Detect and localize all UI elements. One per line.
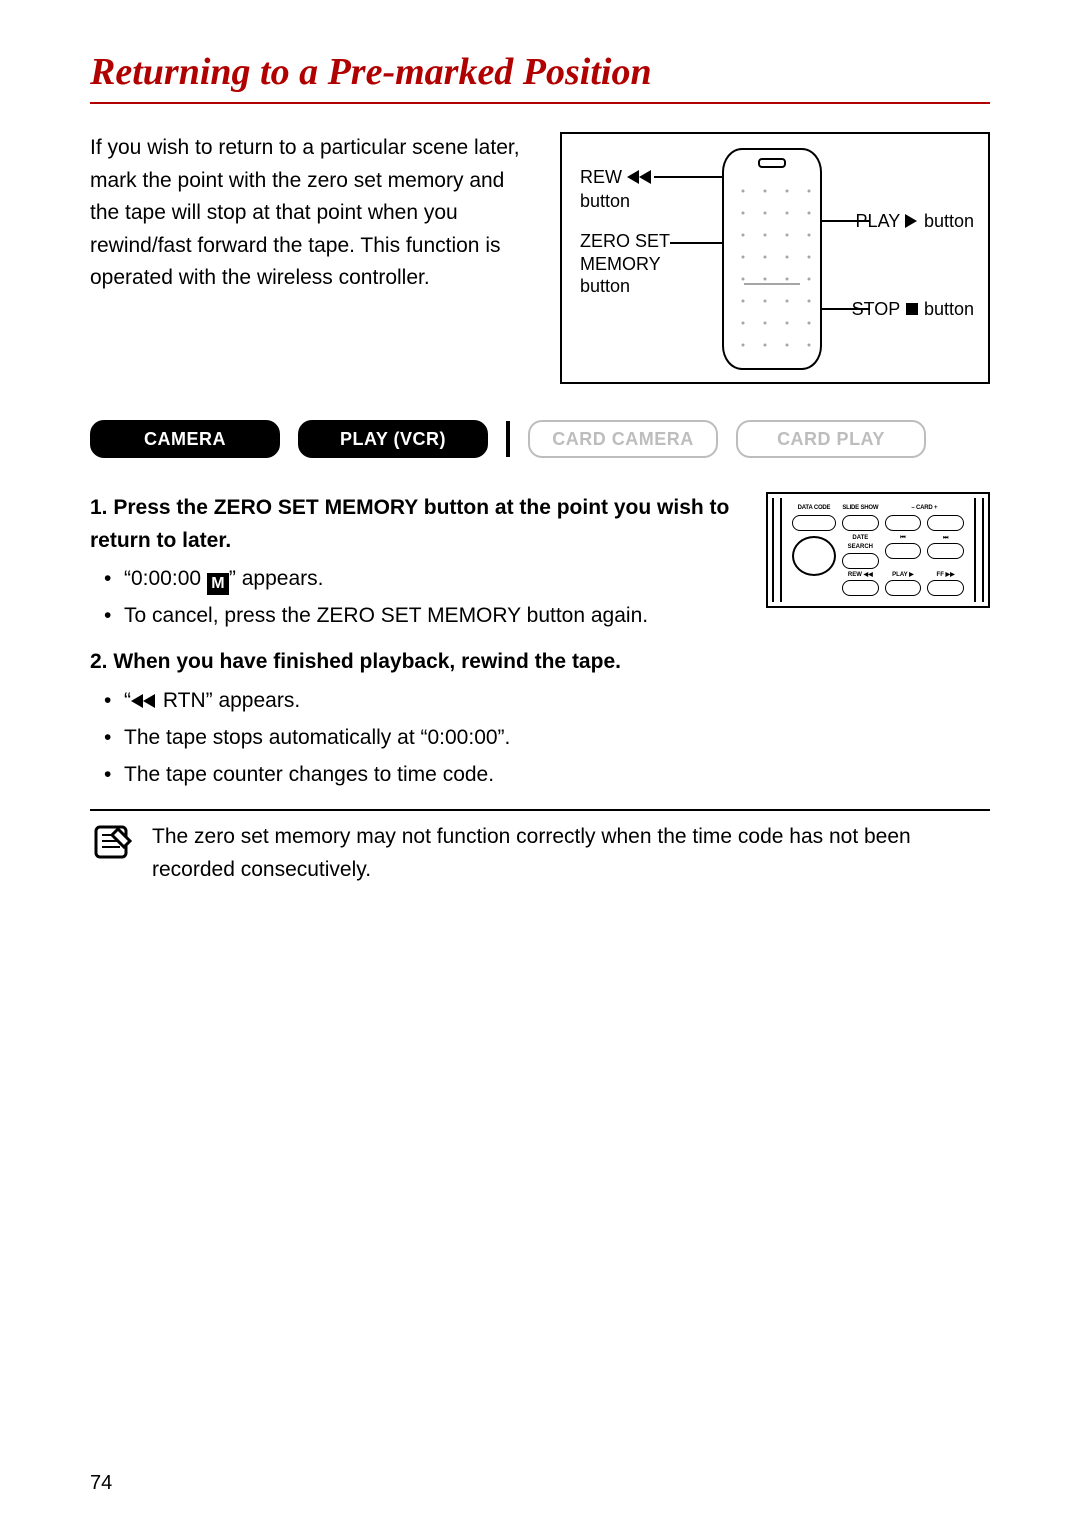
mode-row: CAMERA PLAY (VCR) CARD CAMERA CARD PLAY [90,420,990,458]
rc-label: ⏭ [927,534,964,543]
rewind-icon [131,686,157,719]
rc-label-card: – CARD + [885,504,964,513]
rc-btn [927,515,964,531]
intro-paragraph: If you wish to return to a particular sc… [90,132,536,295]
rc-label: FF ▶▶ [927,571,964,580]
rc-label: PLAY ▶ [885,571,922,580]
rew-label: REW button [580,166,653,212]
rc-label-datacode: DATA CODE [792,504,836,513]
rc-label: REW ◀◀ [842,571,879,580]
rc-btn [842,580,879,596]
play-button-label: PLAY button [856,210,974,234]
rewind-icon [627,167,653,190]
mode-play-vcr: PLAY (VCR) [298,420,488,458]
rc-btn [885,515,922,531]
note-separator [90,809,990,811]
stop-icon [905,299,919,322]
page-number: 74 [90,1472,112,1495]
rc-btn [842,515,879,531]
rc-label: ⏮ [885,534,922,543]
step2-heading: 2. When you have finished playback, rewi… [90,646,990,679]
rc-btn [885,580,922,596]
rc-btn [885,543,922,559]
step1-heading: 1. Press the ZERO SET MEMORY button at t… [90,492,746,557]
zero-set-memory-label: ZERO SET MEMORY button [580,230,670,298]
remote-outline [722,148,822,370]
mode-card-play: CARD PLAY [736,420,926,458]
mode-card-camera: CARD CAMERA [528,420,718,458]
play-icon [905,211,919,234]
remote-closeup: DATA CODE SLIDE SHOW – CARD + DATE SEARC… [766,492,990,608]
remote-diagram: REW button ZERO SET MEMORY button PLAY [560,132,990,384]
step2-bullet-3: The tape counter changes to time code. [124,759,990,792]
step1-bullet-1: “0:00:00 M” appears. [124,563,746,596]
title-rule [90,102,990,104]
page-title: Returning to a Pre-marked Position [90,50,990,94]
rc-btn [927,580,964,596]
rc-btn [842,553,879,569]
step2-bullet-2: The tape stops automatically at “0:00:00… [124,722,990,755]
mode-divider [506,421,510,457]
rc-zero-set-memory-btn [792,536,836,576]
mode-camera: CAMERA [90,420,280,458]
rc-btn [792,515,836,531]
note-text: The zero set memory may not function cor… [152,821,990,886]
step2-bullet-1: “ RTN” appears. [124,685,990,719]
rc-btn [927,543,964,559]
m-badge-icon: M [207,573,229,595]
step1-bullet-2: To cancel, press the ZERO SET MEMORY but… [124,600,746,633]
rc-label-slideshow: SLIDE SHOW [842,504,879,513]
rc-label: DATE SEARCH [842,534,879,553]
note-icon [90,821,134,865]
